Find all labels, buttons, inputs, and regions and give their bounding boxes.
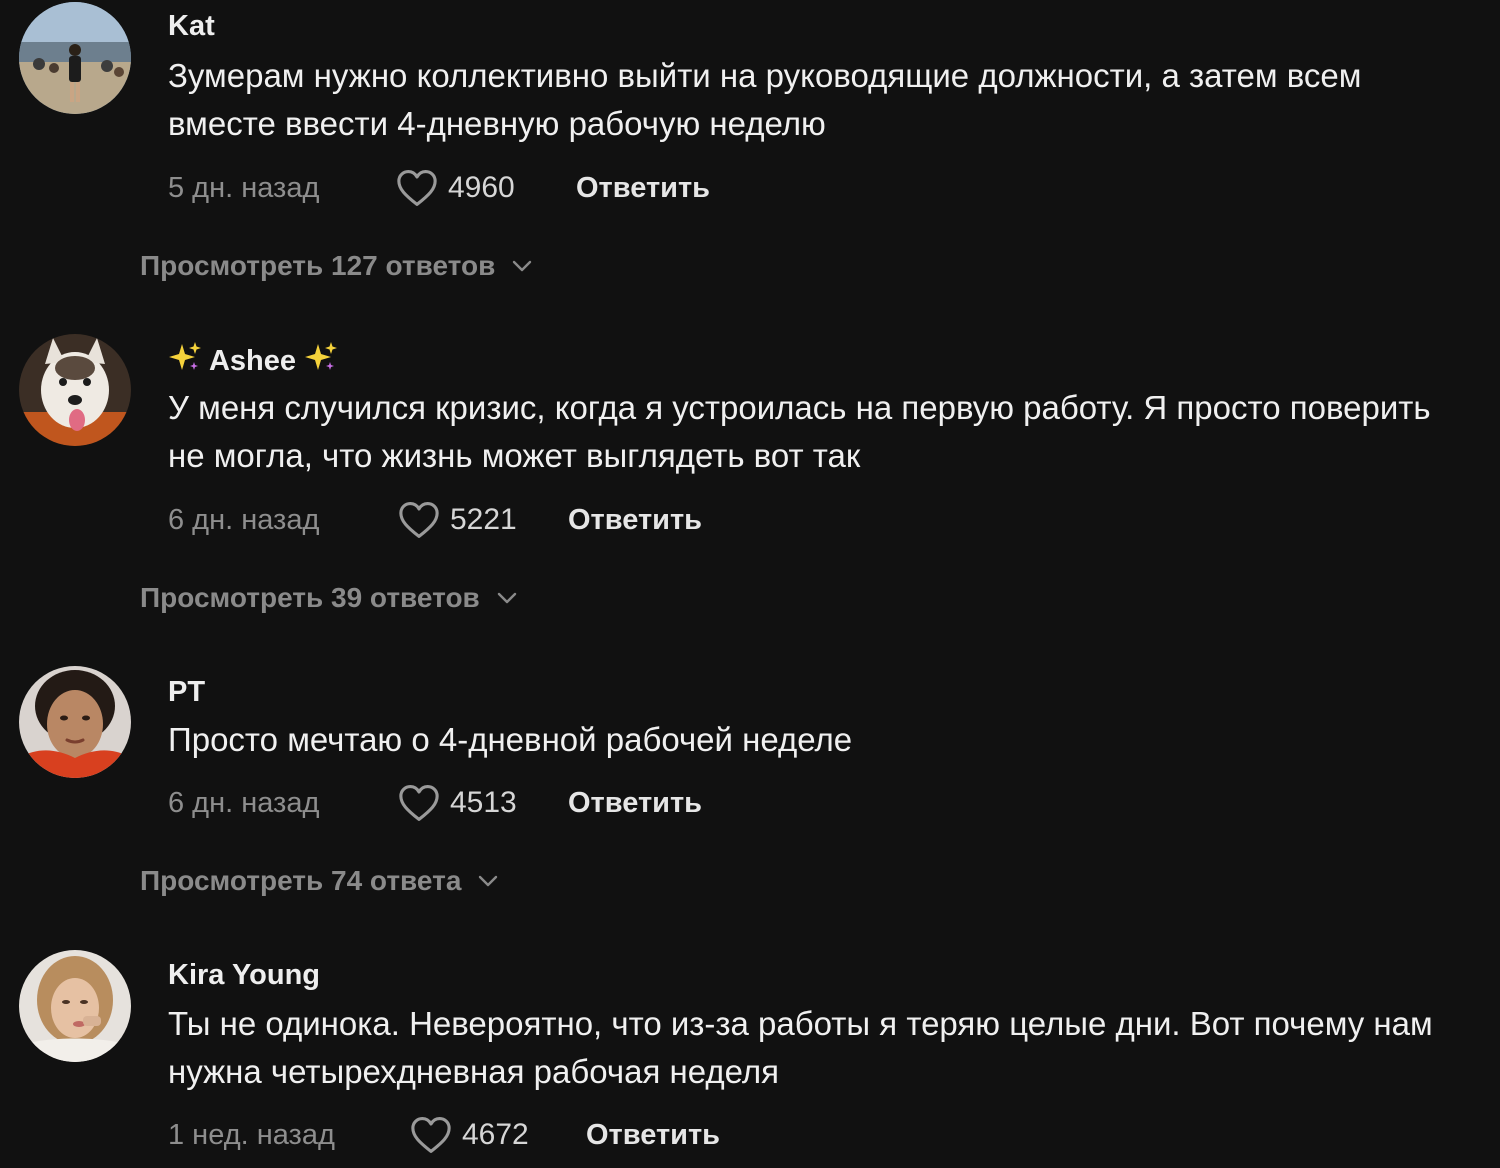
view-replies-button[interactable]: Просмотреть 39 ответов <box>140 582 518 614</box>
username-label: Ashee <box>208 345 297 377</box>
view-replies-label: Просмотреть 39 ответов <box>140 582 480 613</box>
reply-button[interactable]: Ответить <box>586 1119 720 1152</box>
like-count: 5221 <box>450 503 517 536</box>
comment-meta: 6 дн. назад 4513 Ответить <box>168 783 702 823</box>
avatar[interactable] <box>19 666 131 778</box>
comment-text: Ты не одинока. Невероятно, что из-за раб… <box>168 1005 1433 1090</box>
view-replies-label: Просмотреть 74 ответа <box>140 865 462 896</box>
comment-username[interactable]: Kat <box>168 8 215 44</box>
like-count: 4513 <box>450 786 517 819</box>
view-replies-button[interactable]: Просмотреть 74 ответа <box>140 865 499 897</box>
heart-icon <box>397 170 437 206</box>
avatar[interactable] <box>19 2 131 114</box>
heart-icon <box>399 502 439 538</box>
like-count: 4672 <box>462 1118 529 1151</box>
sparkles-icon <box>304 340 338 374</box>
like-button[interactable]: 4960 <box>396 169 576 207</box>
comment-meta: 6 дн. назад 5221 Ответить <box>168 500 702 540</box>
comment-meta: 5 дн. назад 4960 Ответить <box>168 168 710 208</box>
chevron-down-icon <box>479 875 498 887</box>
like-count: 4960 <box>448 171 515 204</box>
avatar[interactable] <box>19 334 131 446</box>
avatar[interactable] <box>19 950 131 1062</box>
sparkles-icon <box>168 340 202 374</box>
heart-icon <box>399 785 439 821</box>
comment-username[interactable]: Ashee <box>168 340 338 379</box>
heart-icon <box>411 1117 451 1153</box>
comment-time: 1 нед. назад <box>168 1118 335 1151</box>
reply-button[interactable]: Ответить <box>568 787 702 820</box>
like-button[interactable]: 4672 <box>410 1116 586 1154</box>
view-replies-button[interactable]: Просмотреть 127 ответов <box>140 250 533 282</box>
comment-text: У меня случился кризис, когда я устроила… <box>168 389 1431 474</box>
comment-username[interactable]: Kira Young <box>168 957 320 993</box>
comment-username[interactable]: PT <box>168 674 205 710</box>
chevron-down-icon <box>513 260 532 272</box>
like-button[interactable]: 5221 <box>398 501 568 539</box>
comment-time: 6 дн. назад <box>168 503 320 536</box>
chevron-down-icon <box>497 592 516 604</box>
view-replies-label: Просмотреть 127 ответов <box>140 250 496 281</box>
comment-text: Зумерам нужно коллективно выйти на руков… <box>168 57 1362 142</box>
comment-text: Просто мечтаю о 4-дневной рабочей неделе <box>168 721 853 758</box>
reply-button[interactable]: Ответить <box>568 504 702 537</box>
reply-button[interactable]: Ответить <box>576 172 710 205</box>
comment-meta: 1 нед. назад 4672 Ответить <box>168 1115 720 1155</box>
comment-time: 6 дн. назад <box>168 786 320 819</box>
comment-time: 5 дн. назад <box>168 171 320 204</box>
like-button[interactable]: 4513 <box>398 784 568 822</box>
